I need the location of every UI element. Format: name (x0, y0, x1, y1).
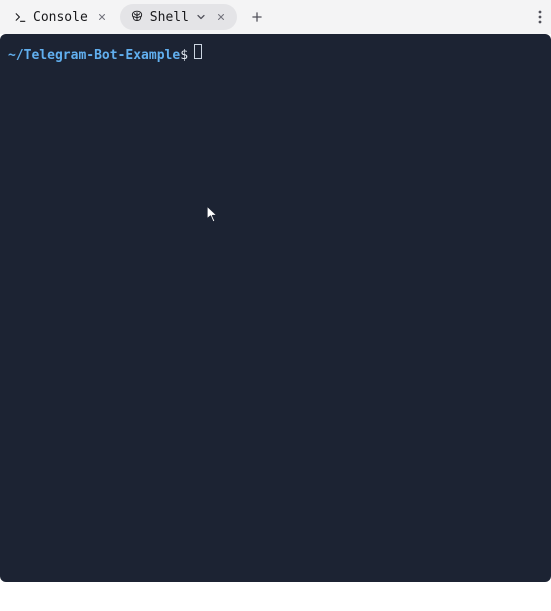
prompt-path: ~/Telegram-Bot-Example (8, 47, 180, 65)
terminal-pane[interactable]: ~/Telegram-Bot-Example$ (0, 34, 551, 582)
close-icon[interactable] (213, 9, 229, 25)
chevron-down-icon[interactable] (195, 11, 207, 23)
shell-icon (130, 10, 144, 24)
prompt-symbol: $ (180, 47, 188, 65)
terminal-cursor (194, 44, 202, 59)
tab-console[interactable]: Console (4, 4, 118, 30)
tab-bar: Console Shell (0, 0, 551, 34)
bottom-strip (0, 582, 551, 611)
new-tab-button[interactable] (245, 5, 269, 29)
console-icon (14, 11, 27, 24)
tab-shell-label: Shell (150, 10, 189, 25)
tab-shell[interactable]: Shell (120, 4, 237, 30)
more-menu-icon[interactable] (531, 8, 549, 26)
tab-console-label: Console (33, 10, 88, 25)
close-icon[interactable] (94, 9, 110, 25)
terminal-prompt-line: ~/Telegram-Bot-Example$ (8, 44, 543, 65)
